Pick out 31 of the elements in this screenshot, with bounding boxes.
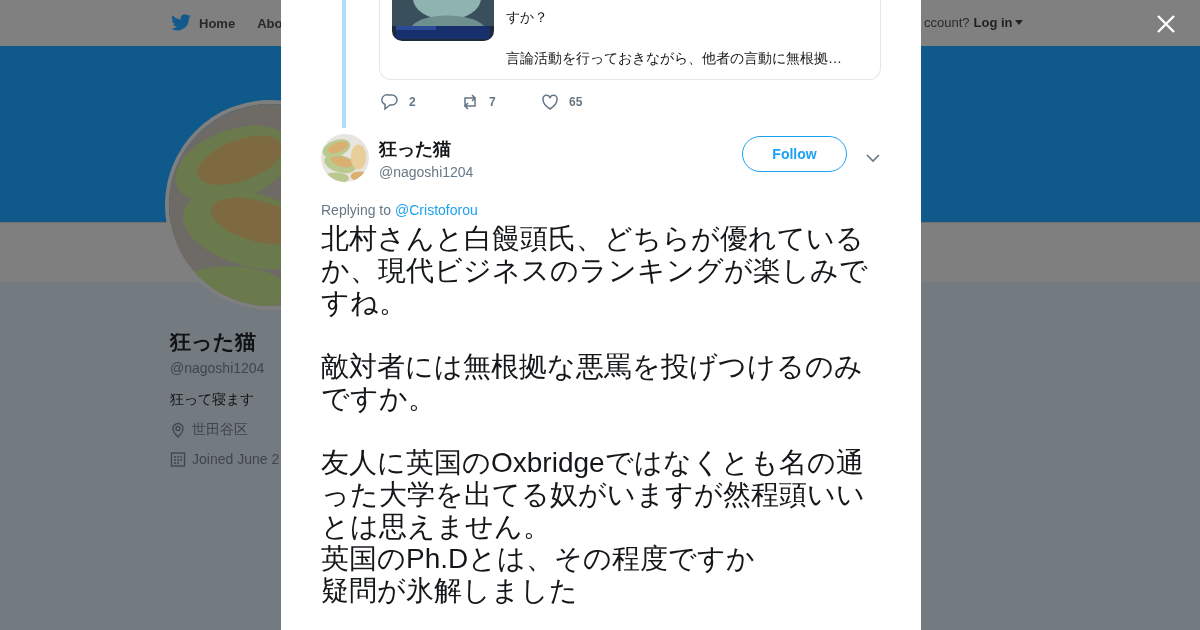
user-name[interactable]: 狂った猫 [379,136,742,161]
mention-link[interactable]: @Cristoforou [395,202,478,218]
profile-bio: 狂って寝ます [170,391,254,409]
quoted-tweet-text: 言論活動を行っておきながら、他者の言動に無根拠… [506,49,842,68]
like-icon[interactable] [541,93,559,111]
quoted-tweet-card[interactable]: すか？ 言論活動を行っておきながら、他者の言動に無根拠… [379,0,881,80]
tweet-text: 敵対者には無根拠な悪罵を投げつけるのみですか。 [321,351,864,415]
tweet-text: 疑問が氷解しました [321,575,579,607]
retweet-count: 7 [489,95,496,109]
quoted-tweet-text: すか？ [506,8,549,27]
reply-count: 2 [409,95,416,109]
tweet-text: 英国のPh.Dとは、その程度ですか [321,543,757,575]
location-icon [170,422,186,438]
like-count: 65 [569,95,583,109]
tweet-text: 北村さんと白饅頭氏、どちらが優れているか、現代ビジネスのランキングが楽しみですね。 [321,223,869,319]
retweet-icon[interactable] [461,93,479,111]
tweet-text: 友人に英国のOxbridgeではなくとも名の通った大学を出てる奴がいますが然程頭いいとは思えません。 [321,447,866,543]
user-handle: @nagoshi1204 [379,163,475,180]
follow-button[interactable]: Follow [742,136,847,172]
profile-name: 狂った猫 [170,329,256,355]
replying-label: Replying to [321,202,392,218]
chevron-down-icon[interactable] [866,153,880,163]
caret-icon [1014,20,1023,25]
calendar-icon [170,451,186,467]
bird-icon [170,14,192,32]
login-link[interactable]: Log in [973,15,1023,30]
nav-link[interactable]: Abo [257,15,283,31]
reply-icon[interactable] [381,93,399,111]
account-prompt: ccount? [924,15,970,30]
close-icon[interactable] [1156,14,1176,34]
nav-link[interactable]: Home [170,14,236,32]
